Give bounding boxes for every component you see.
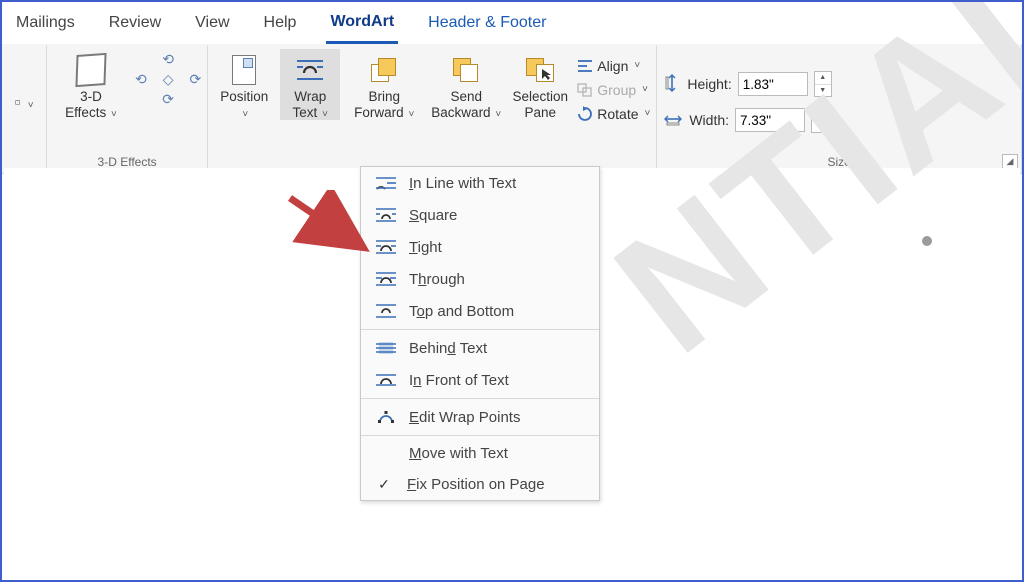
group-icon <box>576 81 593 98</box>
selection-pane-icon <box>526 58 554 82</box>
menu-top-and-bottom[interactable]: Top and Bottom <box>361 295 599 327</box>
tilt-controls: ⟲ ⟲ ◇ ⟳ ⟳ <box>135 49 201 108</box>
wrap-text-menu: IIn Line with Textn Line with Text Squar… <box>360 166 600 501</box>
tab-header-footer[interactable]: Header & Footer <box>424 10 550 42</box>
wrap-text-icon <box>295 55 325 85</box>
position-button[interactable]: Position˅ <box>214 49 274 120</box>
ungroup-icon[interactable]: ▫ ˅ <box>14 92 33 113</box>
align-button[interactable]: Align˅ <box>576 55 650 76</box>
menu-separator <box>361 435 599 436</box>
menu-inline-with-text[interactable]: IIn Line with Textn Line with Text <box>361 167 599 199</box>
tab-wordart[interactable]: WordArt <box>326 9 398 44</box>
annotation-arrow <box>282 190 382 270</box>
cube-icon <box>75 53 106 87</box>
send-backward-button[interactable]: Send Backward ˅ <box>428 49 504 120</box>
tab-review[interactable]: Review <box>105 10 165 42</box>
menu-separator <box>361 398 599 399</box>
menu-tight[interactable]: Tight <box>361 231 599 263</box>
group-arrange: Position˅ Wrap Text ˅ Bring Forward ˅ Se… <box>208 45 657 173</box>
send-backward-icon <box>453 58 479 82</box>
tab-help[interactable]: Help <box>260 10 301 42</box>
height-icon <box>663 73 681 96</box>
watermark-text-2: E <box>0 501 54 582</box>
tilt-left-icon[interactable]: ⟲ <box>135 71 147 88</box>
tilt-right-icon[interactable]: ⟳ <box>190 71 202 88</box>
menu-separator <box>361 329 599 330</box>
wrap-text-button[interactable]: Wrap Text ˅ <box>280 49 340 120</box>
group-button[interactable]: Group˅ <box>576 79 650 100</box>
bring-forward-icon <box>371 58 397 82</box>
through-icon <box>375 270 397 288</box>
selection-pane-button[interactable]: Selection Pane <box>510 49 570 120</box>
tab-view[interactable]: View <box>191 10 233 42</box>
selection-handle[interactable] <box>922 236 932 246</box>
menu-square[interactable]: Square <box>361 199 599 231</box>
menu-through[interactable]: Through <box>361 263 599 295</box>
behind-icon <box>375 339 397 357</box>
bring-forward-button[interactable]: Bring Forward ˅ <box>346 49 422 120</box>
align-icon <box>576 57 593 74</box>
tilt-down-icon[interactable]: ⟳ <box>162 91 174 108</box>
group-cutoff: ▫ ˅ . <box>2 45 47 173</box>
group-3d-effects: 3-D Effects ˅ ⟲ ⟲ ◇ ⟳ ⟳ 3-D Effect <box>47 45 208 173</box>
check-icon: ✓ <box>373 476 395 493</box>
tab-mailings[interactable]: Mailings <box>12 10 79 42</box>
menu-in-front-of-text[interactable]: In Front of Text <box>361 364 599 396</box>
position-icon <box>232 55 256 85</box>
height-label: Height: <box>687 76 731 92</box>
rotate-button[interactable]: Rotate˅ <box>576 103 650 124</box>
tilt-center-icon[interactable]: ◇ <box>163 71 174 88</box>
infront-icon <box>375 371 397 389</box>
width-icon <box>663 110 683 131</box>
menu-fix-position[interactable]: ✓ Fix Position on Page <box>361 469 599 500</box>
rotate-icon <box>576 105 593 122</box>
word-window: Mailings Review View Help WordArt Header… <box>0 0 1024 582</box>
topbottom-icon <box>375 302 397 320</box>
menu-behind-text[interactable]: Behind Text <box>361 332 599 364</box>
3d-effects-button[interactable]: 3-D Effects ˅ <box>53 49 129 120</box>
tilt-up-icon[interactable]: ⟲ <box>162 51 174 68</box>
menu-move-with-text[interactable]: Move with Text <box>361 438 599 469</box>
editpoints-icon <box>375 408 397 426</box>
menu-edit-wrap-points[interactable]: Edit Wrap Points <box>361 401 599 433</box>
